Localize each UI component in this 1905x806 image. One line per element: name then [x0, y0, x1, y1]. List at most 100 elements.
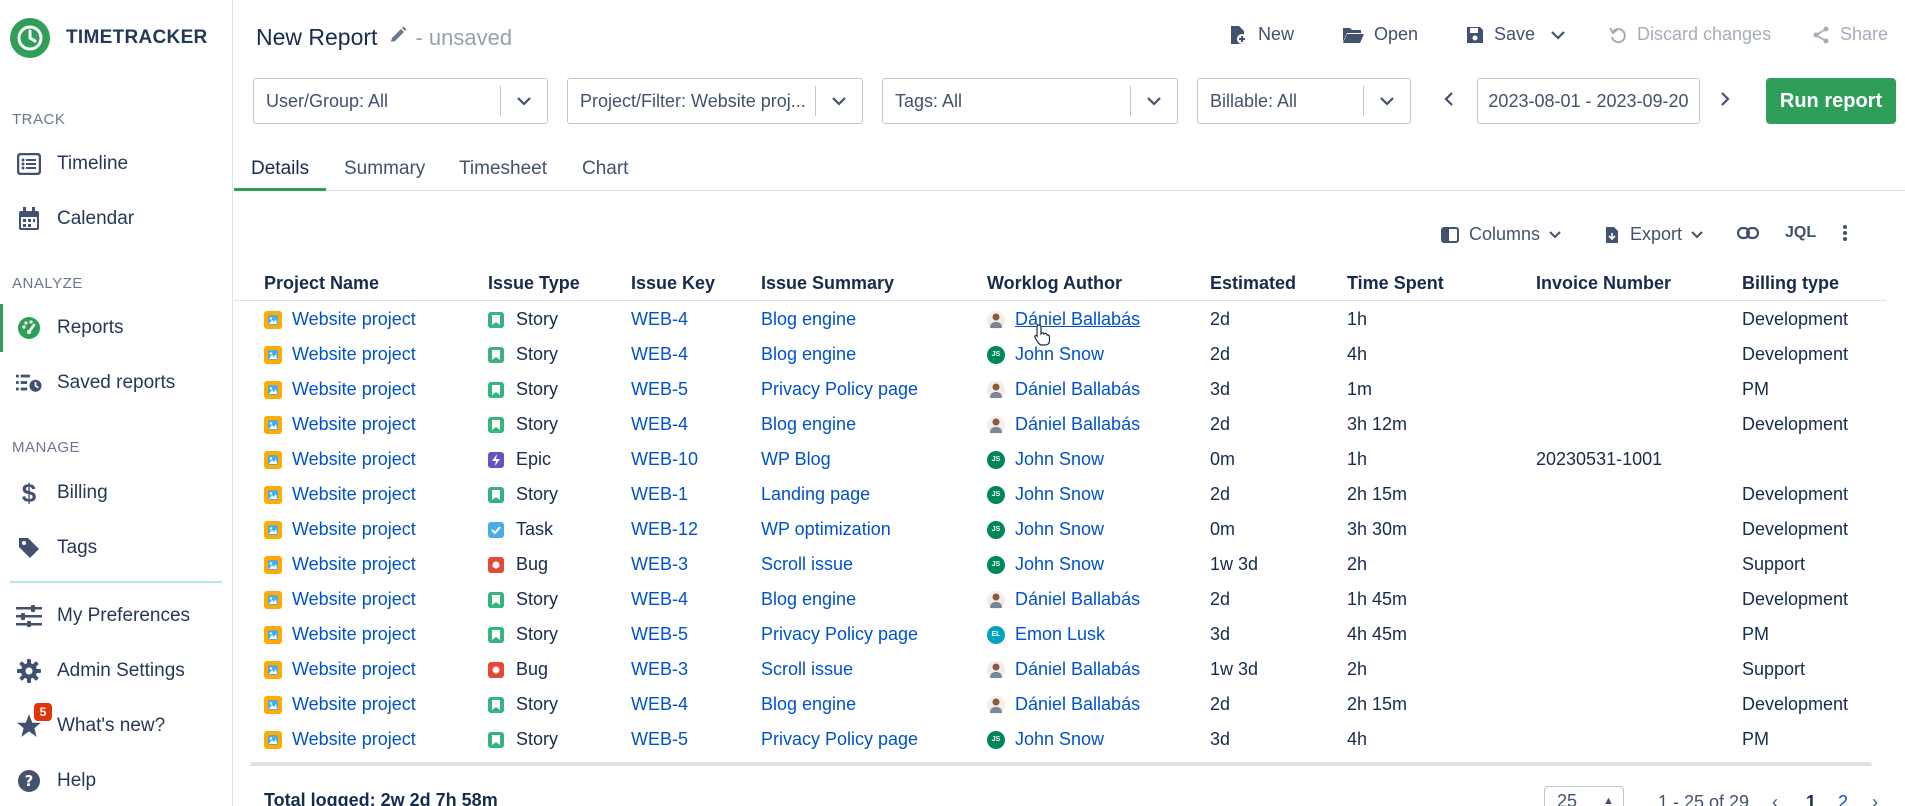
- issue-summary-cell[interactable]: WP Blog: [761, 449, 831, 470]
- columns-button[interactable]: Columns: [1441, 224, 1562, 245]
- worklog-author-cell[interactable]: JS John Snow: [987, 519, 1104, 540]
- sidebar-item-my-preferences[interactable]: My Preferences: [0, 592, 232, 640]
- col-estimated[interactable]: Estimated: [1210, 273, 1296, 294]
- table-row[interactable]: Website project Story WEB-5 Privacy Policy …: [234, 372, 1886, 407]
- table-row[interactable]: Website project Story WEB-5 Privacy Policy …: [234, 617, 1886, 652]
- new-button[interactable]: New: [1228, 24, 1294, 45]
- col-billing-type[interactable]: Billing type: [1742, 273, 1839, 294]
- billable-filter[interactable]: Billable: All: [1197, 78, 1411, 124]
- save-options-dropdown[interactable]: [1550, 24, 1566, 45]
- previous-page-button[interactable]: ‹: [1772, 792, 1778, 806]
- issue-key-cell[interactable]: WEB-4: [631, 589, 688, 610]
- col-time-spent[interactable]: Time Spent: [1347, 273, 1444, 294]
- issue-summary-cell[interactable]: Privacy Policy page: [761, 379, 918, 400]
- copy-link-button[interactable]: [1736, 224, 1760, 245]
- run-report-button[interactable]: Run report: [1766, 78, 1896, 124]
- sidebar-item-reports[interactable]: Reports: [0, 304, 232, 352]
- issue-summary-cell[interactable]: Scroll issue: [761, 659, 853, 680]
- table-row[interactable]: Website project Story WEB-4 Blog engine Dáni…: [234, 582, 1886, 617]
- export-button[interactable]: Export: [1604, 224, 1704, 245]
- table-row[interactable]: Website project Story WEB-4 Blog engine Dáni…: [234, 407, 1886, 442]
- table-row[interactable]: Website project Story WEB-4 Blog engine Dáni…: [234, 687, 1886, 722]
- sidebar-item-calendar[interactable]: Calendar: [0, 195, 232, 243]
- project-name-cell[interactable]: Website project: [264, 519, 416, 540]
- project-name-cell[interactable]: Website project: [264, 414, 416, 435]
- issue-key-cell[interactable]: WEB-1: [631, 484, 688, 505]
- col-issue-type[interactable]: Issue Type: [488, 273, 580, 294]
- table-row[interactable]: Website project Bug WEB-3 Scroll issue JS Joh…: [234, 547, 1886, 582]
- sidebar-item-billing[interactable]: $ Billing: [0, 469, 232, 517]
- table-row[interactable]: Website project Task WEB-12 WP optimization…: [234, 512, 1886, 547]
- brand[interactable]: TIMETRACKER: [10, 18, 208, 58]
- project-name-cell[interactable]: Website project: [264, 344, 416, 365]
- issue-summary-cell[interactable]: Privacy Policy page: [761, 729, 918, 750]
- page-title[interactable]: New Report: [256, 24, 377, 51]
- tab-chart[interactable]: Chart: [582, 158, 628, 192]
- page-1-button[interactable]: 1: [1806, 792, 1816, 806]
- worklog-author-cell[interactable]: Dániel Ballabás: [987, 309, 1140, 330]
- sidebar-item-help[interactable]: ? Help: [0, 757, 232, 805]
- issue-key-cell[interactable]: WEB-4: [631, 344, 688, 365]
- project-name-cell[interactable]: Website project: [264, 554, 416, 575]
- project-filter[interactable]: Project/Filter: Website proj...: [567, 78, 863, 124]
- worklog-author-cell[interactable]: Dániel Ballabás: [987, 694, 1140, 715]
- worklog-author-cell[interactable]: Dániel Ballabás: [987, 379, 1140, 400]
- worklog-author-cell[interactable]: JS John Snow: [987, 449, 1104, 470]
- project-name-cell[interactable]: Website project: [264, 484, 416, 505]
- table-row[interactable]: Website project Story WEB-1 Landing page JS J…: [234, 477, 1886, 512]
- previous-period-button[interactable]: [1436, 88, 1462, 114]
- issue-key-cell[interactable]: WEB-5: [631, 729, 688, 750]
- col-issue-key[interactable]: Issue Key: [631, 273, 715, 294]
- issue-key-cell[interactable]: WEB-3: [631, 659, 688, 680]
- page-2-button[interactable]: 2: [1838, 792, 1848, 806]
- sidebar-item-saved-reports[interactable]: Saved reports: [0, 359, 232, 407]
- issue-summary-cell[interactable]: Scroll issue: [761, 554, 853, 575]
- issue-key-cell[interactable]: WEB-4: [631, 309, 688, 330]
- project-name-cell[interactable]: Website project: [264, 659, 416, 680]
- tab-details[interactable]: Details: [251, 158, 309, 192]
- pencil-icon[interactable]: [389, 26, 407, 49]
- project-name-cell[interactable]: Website project: [264, 589, 416, 610]
- user-group-filter[interactable]: User/Group: All: [253, 78, 548, 124]
- sidebar-item-admin-settings[interactable]: Admin Settings: [0, 647, 232, 695]
- issue-summary-cell[interactable]: Blog engine: [761, 414, 856, 435]
- project-name-cell[interactable]: Website project: [264, 309, 416, 330]
- tab-summary[interactable]: Summary: [344, 158, 425, 192]
- col-issue-summary[interactable]: Issue Summary: [761, 273, 894, 294]
- issue-key-cell[interactable]: WEB-4: [631, 694, 688, 715]
- issue-key-cell[interactable]: WEB-3: [631, 554, 688, 575]
- issue-key-cell[interactable]: WEB-5: [631, 624, 688, 645]
- issue-summary-cell[interactable]: Landing page: [761, 484, 870, 505]
- tags-filter[interactable]: Tags: All: [882, 78, 1178, 124]
- worklog-author-cell[interactable]: Dániel Ballabás: [987, 589, 1140, 610]
- tab-timesheet[interactable]: Timesheet: [459, 158, 547, 192]
- page-size-select[interactable]: 25 ▲: [1544, 786, 1624, 806]
- issue-key-cell[interactable]: WEB-5: [631, 379, 688, 400]
- project-name-cell[interactable]: Website project: [264, 379, 416, 400]
- table-row[interactable]: Website project Story WEB-5 Privacy Policy …: [234, 722, 1886, 757]
- col-project-name[interactable]: Project Name: [264, 273, 379, 294]
- more-options-button[interactable]: [1842, 224, 1848, 247]
- issue-key-cell[interactable]: WEB-4: [631, 414, 688, 435]
- issue-summary-cell[interactable]: Blog engine: [761, 589, 856, 610]
- sidebar-item-timeline[interactable]: Timeline: [0, 140, 232, 188]
- col-invoice-number[interactable]: Invoice Number: [1536, 273, 1671, 294]
- issue-summary-cell[interactable]: Blog engine: [761, 344, 856, 365]
- table-row[interactable]: Website project Epic WEB-10 WP Blog JS John S…: [234, 442, 1886, 477]
- table-row[interactable]: Website project Story WEB-4 Blog engine Dáni…: [234, 302, 1886, 337]
- open-button[interactable]: Open: [1342, 24, 1418, 45]
- worklog-author-cell[interactable]: Dániel Ballabás: [987, 414, 1140, 435]
- issue-summary-cell[interactable]: Privacy Policy page: [761, 624, 918, 645]
- issue-key-cell[interactable]: WEB-12: [631, 519, 698, 540]
- next-period-button[interactable]: [1712, 88, 1738, 114]
- worklog-author-cell[interactable]: JS John Snow: [987, 729, 1104, 750]
- table-row[interactable]: Website project Story WEB-4 Blog engine JS Jo…: [234, 337, 1886, 372]
- share-button[interactable]: Share: [1812, 24, 1888, 45]
- worklog-author-cell[interactable]: JS John Snow: [987, 554, 1104, 575]
- issue-summary-cell[interactable]: WP optimization: [761, 519, 891, 540]
- next-page-button[interactable]: ›: [1872, 792, 1878, 806]
- issue-summary-cell[interactable]: Blog engine: [761, 694, 856, 715]
- discard-changes-button[interactable]: Discard changes: [1609, 24, 1771, 45]
- project-name-cell[interactable]: Website project: [264, 449, 416, 470]
- issue-key-cell[interactable]: WEB-10: [631, 449, 698, 470]
